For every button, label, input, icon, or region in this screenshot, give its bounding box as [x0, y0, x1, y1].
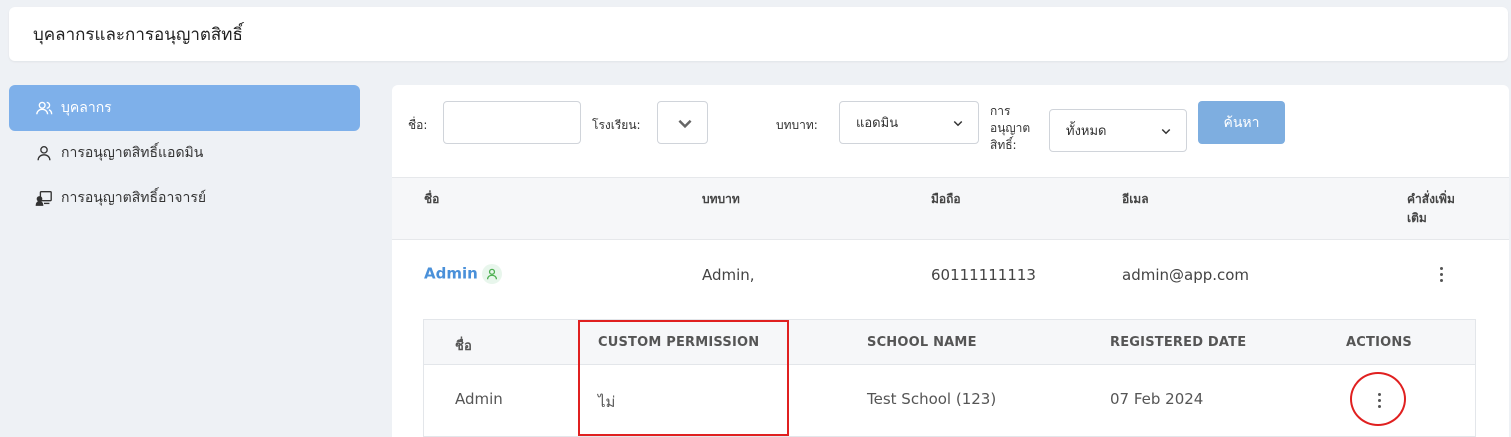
role-filter-label: บทบาท:	[776, 118, 818, 132]
column-header-phone: มือถือ	[931, 192, 961, 206]
page-header: บุคลากรและการอนุญาตสิทธิ์	[9, 7, 1508, 61]
subrow-name-cell: Admin	[455, 390, 503, 408]
row-name-cell: Admin	[424, 264, 502, 284]
name-filter-label: ชื่อ:	[408, 118, 428, 132]
school-filter-label: โรงเรียน:	[592, 118, 641, 132]
row-phone-cell: 60111111113	[931, 266, 1036, 284]
permission-filter-select[interactable]: ทั้งหมด	[1049, 109, 1187, 152]
search-button[interactable]: ค้นหา	[1198, 101, 1285, 144]
annotation-highlight-circle	[1350, 372, 1406, 426]
sidebar-item-admin-permission[interactable]: การอนุญาตสิทธิ์แอดมิน	[9, 131, 360, 175]
column-header-name: ชื่อ	[424, 192, 440, 206]
row-role-cell: Admin,	[702, 266, 755, 284]
column-header-email: อีเมล	[1122, 192, 1149, 206]
name-filter-input[interactable]	[443, 101, 581, 144]
filter-bar: ชื่อ: โรงเรียน: บทบาท: แอดมิน การ อนุญาต…	[392, 85, 1509, 177]
sidebar-item-label: การอนุญาตสิทธิ์อาจารย์	[61, 190, 207, 206]
user-name-link[interactable]: Admin	[424, 265, 478, 283]
sidebar-item-label: บุคลากร	[61, 100, 112, 116]
role-filter-select[interactable]: แอดมิน	[839, 101, 979, 144]
table-row: Admin Admin, 60111111113 admin@app.com	[392, 240, 1509, 310]
chevron-down-icon	[1161, 128, 1171, 134]
sidebar: บุคลากร การอนุญาตสิทธิ์แอดมิน การอนุญาตส…	[9, 85, 360, 221]
sidebar-item-personnel[interactable]: บุคลากร	[9, 85, 360, 131]
sidebar-item-teacher-permission[interactable]: การอนุญาตสิทธิ์อาจารย์	[9, 175, 360, 221]
role-filter-value: แอดมิน	[856, 116, 899, 131]
subcolumn-header-name: ชื่อ	[455, 339, 473, 354]
subrow-school-name-cell: Test School (123)	[867, 390, 997, 408]
user-icon	[33, 142, 55, 164]
sidebar-item-label: การอนุญาตสิทธิ์แอดมิน	[61, 145, 204, 161]
permission-filter-label: การ อนุญาต สิทธิ์:	[990, 104, 1031, 152]
column-header-more-actions: คำสั่งเพิ่ม เติม	[1407, 192, 1455, 225]
teacher-icon	[33, 187, 55, 209]
chevron-down-icon	[953, 120, 963, 126]
chevron-down-icon	[678, 119, 692, 128]
main-panel: ชื่อ: โรงเรียน: บทบาท: แอดมิน การ อนุญาต…	[392, 85, 1509, 437]
school-filter-select[interactable]	[657, 101, 708, 144]
subrow-registered-date-cell: 07 Feb 2024	[1110, 390, 1204, 408]
subcolumn-header-actions: ACTIONS	[1346, 335, 1413, 350]
page-title: บุคลากรและการอนุญาตสิทธิ์	[33, 24, 243, 45]
permission-filter-value: ทั้งหมด	[1066, 124, 1107, 139]
row-email-cell: admin@app.com	[1122, 266, 1250, 284]
users-icon	[33, 97, 55, 119]
column-header-role: บทบาท	[702, 192, 740, 206]
subcolumn-header-school-name: SCHOOL NAME	[867, 335, 977, 350]
user-check-icon	[481, 264, 502, 284]
subcolumn-header-registered-date: REGISTERED DATE	[1110, 335, 1247, 350]
table-header: ชื่อ บทบาท มือถือ อีเมล คำสั่งเพิ่ม เติม	[392, 177, 1509, 240]
more-options-icon[interactable]	[1431, 262, 1451, 286]
annotation-highlight-box	[578, 320, 789, 436]
